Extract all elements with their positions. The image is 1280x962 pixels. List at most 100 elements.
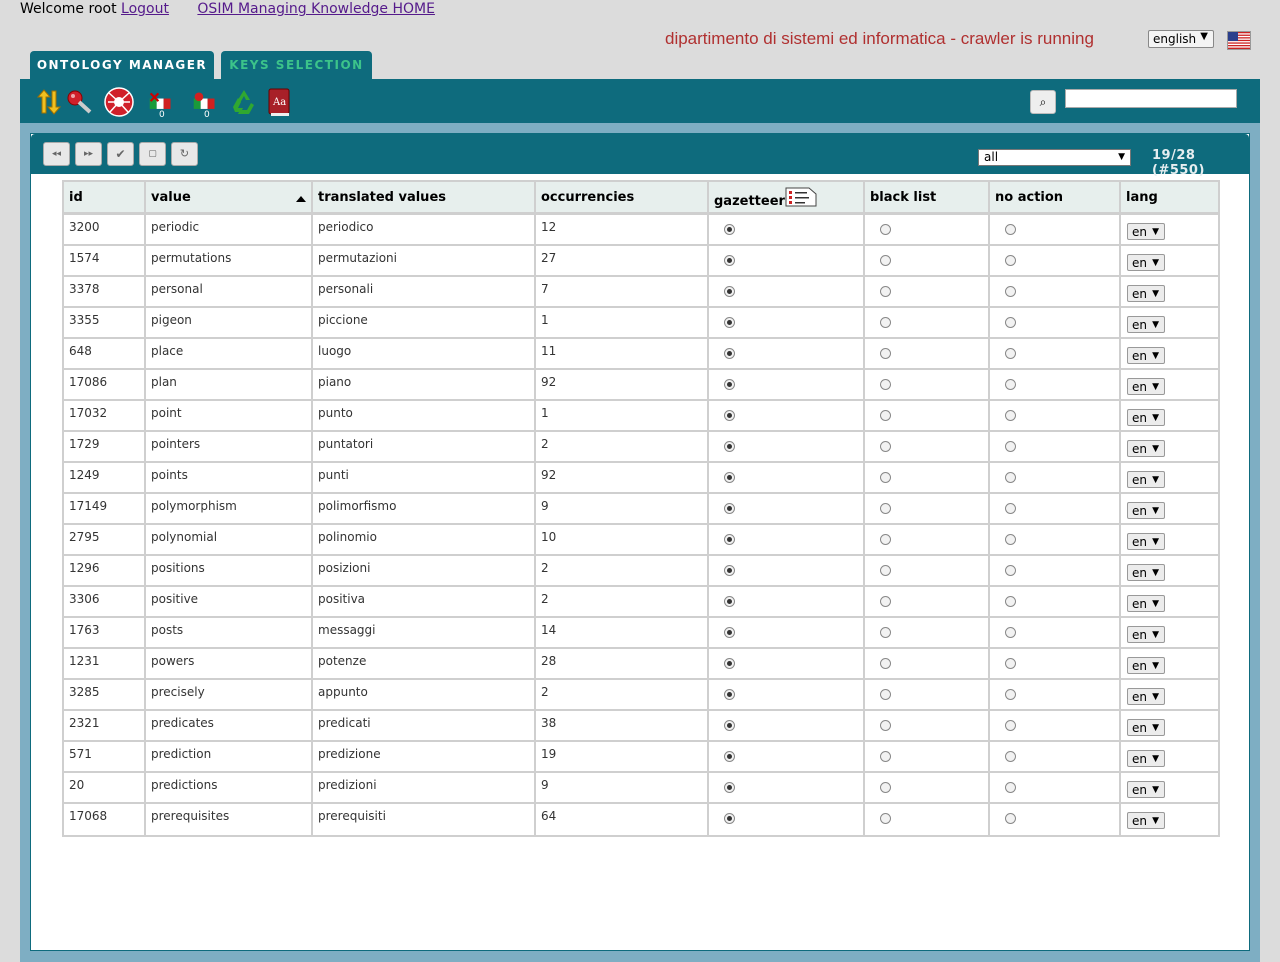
gazetteer-radio[interactable] xyxy=(724,441,735,452)
us-flag-icon[interactable] xyxy=(1227,31,1251,50)
spider-icon[interactable] xyxy=(104,87,134,117)
col-gazetteer[interactable]: gazetteer xyxy=(709,182,865,215)
no-action-radio[interactable] xyxy=(1005,627,1016,638)
gazetteer-radio[interactable] xyxy=(724,379,735,390)
confirm-button[interactable]: ✔ xyxy=(107,142,134,166)
black-list-radio[interactable] xyxy=(880,596,891,607)
row-lang-select[interactable]: en ▼ xyxy=(1127,812,1165,829)
gazetteer-radio[interactable] xyxy=(724,596,735,607)
home-link[interactable]: OSIM Managing Knowledge HOME xyxy=(197,1,435,17)
row-lang-select[interactable]: en ▼ xyxy=(1127,378,1165,395)
gazetteer-radio[interactable] xyxy=(724,813,735,824)
gazetteer-radio[interactable] xyxy=(724,317,735,328)
col-value[interactable]: value xyxy=(146,182,313,215)
search-input[interactable] xyxy=(1065,89,1237,108)
black-list-radio[interactable] xyxy=(880,658,891,669)
no-action-radio[interactable] xyxy=(1005,286,1016,297)
black-list-radio[interactable] xyxy=(880,379,891,390)
row-lang-select[interactable]: en ▼ xyxy=(1127,502,1165,519)
no-action-radio[interactable] xyxy=(1005,348,1016,359)
last-page-button[interactable]: ▸▸ xyxy=(75,142,102,166)
row-lang-select[interactable]: en ▼ xyxy=(1127,719,1165,736)
no-action-radio[interactable] xyxy=(1005,565,1016,576)
black-list-radio[interactable] xyxy=(880,286,891,297)
row-lang-select[interactable]: en ▼ xyxy=(1127,750,1165,767)
recycle-icon[interactable] xyxy=(229,87,259,117)
gazetteer-radio[interactable] xyxy=(724,503,735,514)
row-lang-select[interactable]: en ▼ xyxy=(1127,688,1165,705)
gazetteer-radio[interactable] xyxy=(724,782,735,793)
black-list-radio[interactable] xyxy=(880,720,891,731)
black-list-radio[interactable] xyxy=(880,317,891,328)
gazetteer-radio[interactable] xyxy=(724,658,735,669)
key-search-icon[interactable] xyxy=(66,89,92,115)
no-action-radio[interactable] xyxy=(1005,379,1016,390)
black-list-radio[interactable] xyxy=(880,441,891,452)
refresh-button[interactable]: ↻ xyxy=(171,142,198,166)
no-action-radio[interactable] xyxy=(1005,720,1016,731)
black-list-radio[interactable] xyxy=(880,348,891,359)
dictionary-icon[interactable]: Aa xyxy=(266,87,292,117)
black-list-radio[interactable] xyxy=(880,503,891,514)
black-list-radio[interactable] xyxy=(880,689,891,700)
row-lang-select[interactable]: en ▼ xyxy=(1127,316,1165,333)
no-action-radio[interactable] xyxy=(1005,813,1016,824)
tab-ontology-manager[interactable]: ONTOLOGY MANAGER xyxy=(30,51,214,80)
black-list-radio[interactable] xyxy=(880,782,891,793)
gazetteer-radio[interactable] xyxy=(724,286,735,297)
col-translated[interactable]: translated values xyxy=(313,182,536,215)
tab-keys-selection[interactable]: KEYS SELECTION xyxy=(221,51,372,80)
row-lang-select[interactable]: en ▼ xyxy=(1127,409,1165,426)
gazetteer-radio[interactable] xyxy=(724,565,735,576)
no-action-radio[interactable] xyxy=(1005,441,1016,452)
no-action-radio[interactable] xyxy=(1005,658,1016,669)
gazetteer-radio[interactable] xyxy=(724,472,735,483)
col-lang[interactable]: lang xyxy=(1121,182,1218,215)
row-lang-select[interactable]: en ▼ xyxy=(1127,347,1165,364)
gazetteer-radio[interactable] xyxy=(724,689,735,700)
gazetteer-radio[interactable] xyxy=(724,720,735,731)
black-list-radio[interactable] xyxy=(880,813,891,824)
no-action-radio[interactable] xyxy=(1005,782,1016,793)
filter-select[interactable]: all ▼ xyxy=(978,149,1131,166)
no-action-radio[interactable] xyxy=(1005,317,1016,328)
row-lang-select[interactable]: en ▼ xyxy=(1127,781,1165,798)
row-lang-select[interactable]: en ▼ xyxy=(1127,223,1165,240)
col-id[interactable]: id xyxy=(64,182,146,215)
row-lang-select[interactable]: en ▼ xyxy=(1127,657,1165,674)
row-lang-select[interactable]: en ▼ xyxy=(1127,533,1165,550)
gazetteer-radio[interactable] xyxy=(724,751,735,762)
black-list-radio[interactable] xyxy=(880,534,891,545)
first-page-button[interactable]: ◂◂ xyxy=(43,142,70,166)
no-action-radio[interactable] xyxy=(1005,689,1016,700)
list-icon[interactable] xyxy=(785,187,817,207)
gazetteer-radio[interactable] xyxy=(724,255,735,266)
gazetteer-radio[interactable] xyxy=(724,348,735,359)
no-action-radio[interactable] xyxy=(1005,410,1016,421)
logout-link[interactable]: Logout xyxy=(121,1,169,17)
row-lang-select[interactable]: en ▼ xyxy=(1127,440,1165,457)
search-button[interactable]: ⌕ xyxy=(1030,90,1056,114)
gazetteer-radio[interactable] xyxy=(724,627,735,638)
col-no-action[interactable]: no action xyxy=(990,182,1121,215)
no-action-radio[interactable] xyxy=(1005,503,1016,514)
no-action-radio[interactable] xyxy=(1005,255,1016,266)
black-list-radio[interactable] xyxy=(880,472,891,483)
black-list-radio[interactable] xyxy=(880,255,891,266)
black-list-radio[interactable] xyxy=(880,410,891,421)
col-black-list[interactable]: black list xyxy=(865,182,990,215)
black-list-radio[interactable] xyxy=(880,224,891,235)
black-list-radio[interactable] xyxy=(880,565,891,576)
black-list-radio[interactable] xyxy=(880,751,891,762)
gazetteer-radio[interactable] xyxy=(724,224,735,235)
no-action-radio[interactable] xyxy=(1005,472,1016,483)
col-occurrencies[interactable]: occurrencies xyxy=(536,182,709,215)
gazetteer-radio[interactable] xyxy=(724,534,735,545)
row-lang-select[interactable]: en ▼ xyxy=(1127,626,1165,643)
row-lang-select[interactable]: en ▼ xyxy=(1127,595,1165,612)
gazetteer-radio[interactable] xyxy=(724,410,735,421)
sort-arrows-icon[interactable] xyxy=(36,89,62,115)
row-lang-select[interactable]: en ▼ xyxy=(1127,285,1165,302)
row-lang-select[interactable]: en ▼ xyxy=(1127,564,1165,581)
save-button[interactable]: ▢ xyxy=(139,142,166,166)
